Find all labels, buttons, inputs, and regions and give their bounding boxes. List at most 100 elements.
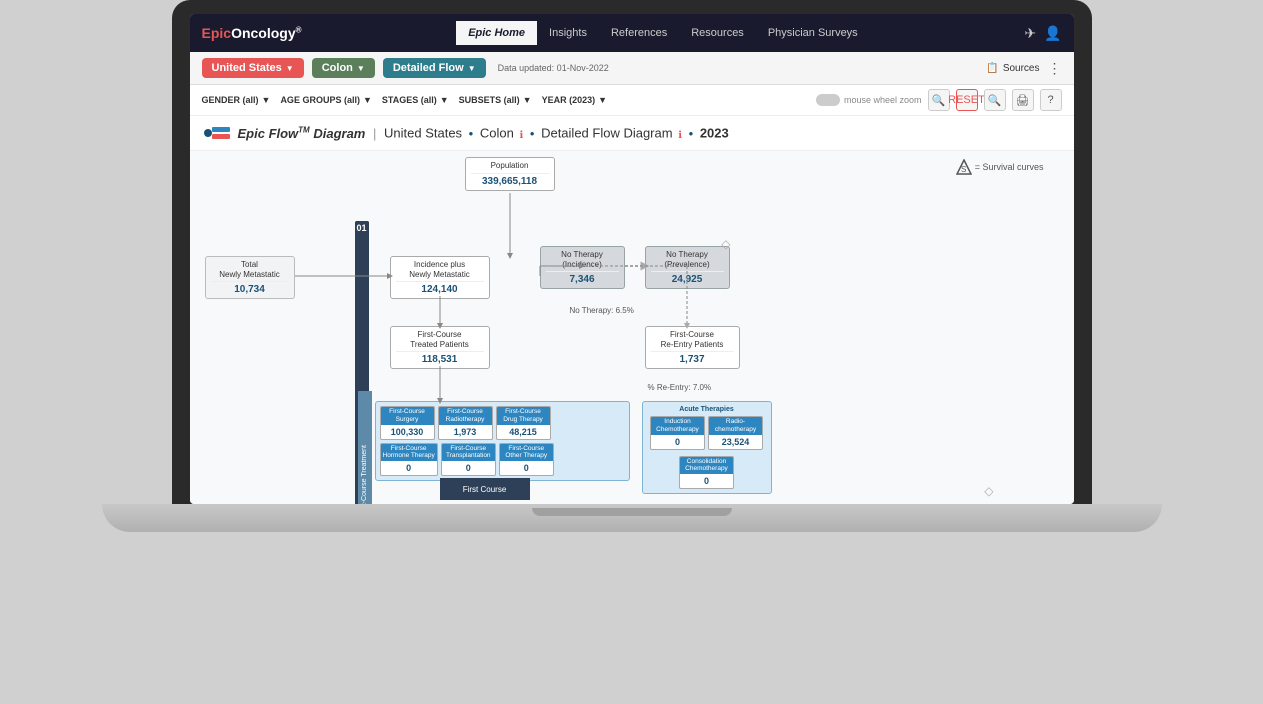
year-filter-label: YEAR (2023)	[542, 95, 596, 105]
first-course-treated-value: 118,531	[396, 351, 484, 365]
user-icon[interactable]: 👤	[1044, 25, 1061, 42]
acute-therapies-boxes: InductionChemotherapy 0 Radio-chemothera…	[647, 416, 767, 489]
title-disease: Colon	[480, 126, 514, 141]
sources-label: Sources	[1003, 63, 1040, 74]
consolidation-chemo-title: ConsolidationChemotherapy	[680, 457, 733, 475]
nav-link-references[interactable]: References	[599, 21, 679, 45]
dot1: •	[469, 126, 474, 141]
toggle-switch[interactable]	[816, 94, 840, 106]
age-groups-arrow-icon: ▼	[363, 95, 372, 105]
sources-button[interactable]: 📋 Sources	[986, 63, 1039, 74]
diagram-title: Epic FlowTM Diagram | United States • Co…	[238, 125, 729, 140]
title-year: 2023	[700, 126, 729, 141]
logo: EpicOncology®	[202, 25, 302, 41]
country-arrow-icon: ▼	[286, 64, 294, 73]
consolidation-chemo-box: ConsolidationChemotherapy 0	[679, 456, 734, 490]
nav-link-resources[interactable]: Resources	[679, 21, 756, 45]
title-separator: |	[373, 126, 380, 141]
no-therapy-incidence-box: No Therapy(Incidence) 7,346	[540, 246, 625, 289]
year-arrow-icon: ▼	[598, 95, 607, 105]
surgery-value: 100,330	[384, 427, 431, 437]
stages-filter[interactable]: STAGES (all) ▼	[382, 95, 449, 105]
disease-dropdown[interactable]: Colon ▼	[312, 58, 375, 78]
view-dropdown[interactable]: Detailed Flow ▼	[383, 58, 486, 78]
total-newly-metastatic-title: TotalNewly Metastatic	[211, 260, 289, 279]
zoom-out-button[interactable]: 🔍	[928, 89, 950, 111]
drug-therapy-value: 48,215	[500, 427, 547, 437]
gender-filter[interactable]: GENDER (all) ▼	[202, 95, 271, 105]
help-button[interactable]: ?	[1040, 89, 1062, 111]
subsets-filter[interactable]: SUBSETS (all) ▼	[459, 95, 532, 105]
reset-label: RESET	[948, 94, 985, 106]
epic-flow-title: Epic FlowTM Diagram	[238, 126, 366, 141]
induction-chemo-box: InductionChemotherapy 0	[650, 416, 705, 450]
disease-label: Colon	[322, 62, 353, 74]
laptop-base	[102, 504, 1162, 532]
zoom-in-button[interactable]: 🔍	[984, 89, 1006, 111]
nav-link-physician-surveys[interactable]: Physician Surveys	[756, 21, 870, 45]
country-dropdown[interactable]: United States ▼	[202, 58, 304, 78]
view-arrow-icon: ▼	[468, 64, 476, 73]
filter-bar: GENDER (all) ▼ AGE GROUPS (all) ▼ STAGES…	[190, 85, 1074, 116]
radiotherapy-title: First-CourseRadiotherapy	[439, 407, 492, 425]
reset-button[interactable]: RESET	[956, 89, 978, 111]
other-therapy-title: First-CourseOther Therapy	[500, 444, 553, 462]
mouse-wheel-zoom-toggle[interactable]: mouse wheel zoom	[816, 94, 922, 106]
diagram-header: Epic FlowTM Diagram | United States • Co…	[190, 116, 1074, 151]
nav-link-insights[interactable]: Insights	[537, 21, 599, 45]
incidence-plus-box: Incidence plusNewly Metastatic 124,140	[390, 256, 490, 299]
acute-therapies-group: Acute Therapies InductionChemotherapy 0 …	[642, 401, 772, 494]
total-newly-metastatic-box: TotalNewly Metastatic 10,734	[205, 256, 295, 299]
send-icon[interactable]: ✈	[1024, 25, 1036, 42]
acute-therapies-label: Acute Therapies	[647, 406, 767, 413]
first-course-treatment-label: First-Course Treatment	[361, 445, 368, 504]
first-course-row1: First-CourseSurgery 100,330 First-Course…	[380, 406, 625, 440]
first-course-reentry-title: First-CourseRe-Entry Patients	[651, 330, 734, 349]
transplantation-title: First-CourseTransplantation	[442, 444, 495, 462]
other-therapy-value: 0	[503, 463, 550, 473]
zoom-in-icon: 🔍	[988, 94, 1002, 107]
radio-chemo-value: 23,524	[712, 437, 759, 447]
zoom-toggle-label: mouse wheel zoom	[844, 95, 922, 105]
print-icon: 🖨	[1016, 94, 1030, 107]
age-groups-filter[interactable]: AGE GROUPS (all) ▼	[280, 95, 371, 105]
stages-arrow-icon: ▼	[440, 95, 449, 105]
print-button[interactable]: 🖨	[1012, 89, 1034, 111]
first-course-bottom-label: First Course	[463, 485, 507, 494]
first-course-treated-box: First-CourseTreated Patients 118,531	[390, 326, 490, 369]
nav-link-physician-surveys-label: Physician Surveys	[768, 27, 858, 39]
nav-links: Epic Home Insights References Resources	[456, 21, 870, 45]
year-filter[interactable]: YEAR (2023) ▼	[542, 95, 607, 105]
nav-icons: ✈ 👤	[1024, 25, 1061, 42]
hormone-therapy-box: First-CourseHormone Therapy 0	[380, 443, 438, 477]
no-therapy-prevalence-value: 24,925	[651, 271, 724, 285]
country-label: United States	[212, 62, 282, 74]
top-navigation: EpicOncology® Epic Home Insights Referen…	[190, 14, 1074, 52]
diagram-area: S = Survival curves 01 First-Course Trea…	[190, 151, 1074, 504]
sources-icon: 📋	[986, 63, 998, 74]
nav-link-insights-label: Insights	[549, 27, 587, 39]
first-course-reentry-box: First-CourseRe-Entry Patients 1,737	[645, 326, 740, 369]
app: EpicOncology® Epic Home Insights Referen…	[190, 14, 1074, 504]
first-course-treatment-bar: First-Course Treatment	[358, 391, 372, 504]
nav-link-epic-home[interactable]: Epic Home	[456, 21, 537, 45]
more-options-button[interactable]: ⋮	[1048, 60, 1062, 77]
induction-chemo-title: InductionChemotherapy	[651, 417, 704, 435]
surgery-box: First-CourseSurgery 100,330	[380, 406, 435, 440]
stages-filter-label: STAGES (all)	[382, 95, 437, 105]
drug-therapy-title: First-CourseDrug Therapy	[497, 407, 550, 425]
radio-chemo-box: Radio-chemotherapy 23,524	[708, 416, 763, 450]
no-therapy-pct: No Therapy: 6.5%	[570, 306, 634, 315]
title-country: United States	[384, 126, 462, 141]
logo-text: EpicOncology®	[202, 25, 302, 41]
dot3: •	[689, 126, 694, 141]
toolbar-right: 📋 Sources ⋮	[986, 60, 1061, 77]
disease-info-icon[interactable]: ℹ	[519, 130, 523, 141]
population-title: Population	[471, 161, 549, 171]
toolbar: United States ▼ Colon ▼ Detailed Flow ▼ …	[190, 52, 1074, 85]
view-info-icon[interactable]: ℹ	[678, 130, 682, 141]
help-icon: ?	[1047, 94, 1053, 106]
incidence-plus-title: Incidence plusNewly Metastatic	[396, 260, 484, 279]
radiotherapy-value: 1,973	[442, 427, 489, 437]
population-value: 339,665,118	[471, 173, 549, 187]
